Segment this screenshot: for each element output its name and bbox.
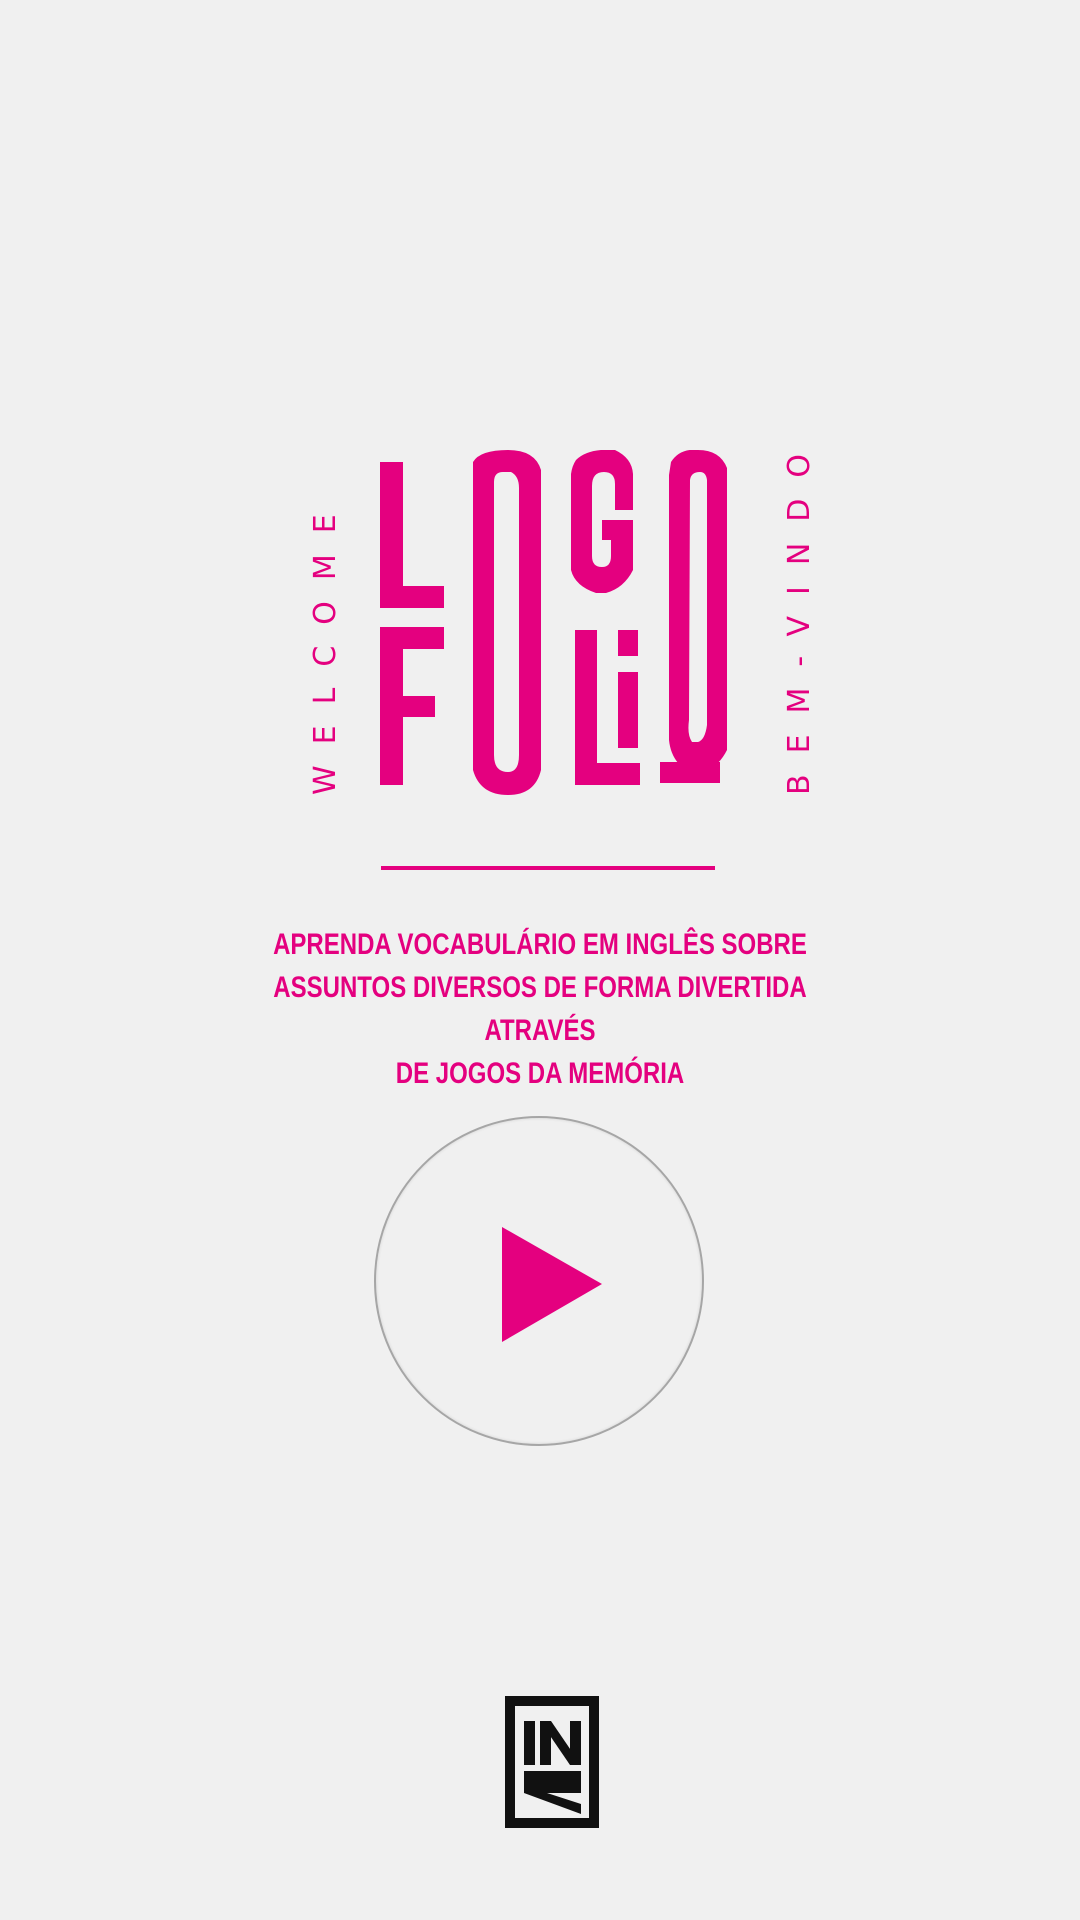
tagline-line-3: DE JOGOS DA MEMÓRIA [395, 1057, 685, 1090]
welcome-label: WELCOME [308, 493, 343, 795]
bem-vindo-label: BEM-VINDO [782, 432, 817, 795]
tagline-line-1: APRENDA VOCABULÁRIO EM INGLÊS SOBRE [273, 928, 807, 961]
divider-line [381, 866, 715, 870]
app-logo: WELCOME BEM-VINDO [300, 433, 830, 800]
play-icon [502, 1227, 602, 1342]
tagline-line-2: ASSUNTOS DIVERSOS DE FORMA DIVERTIDA ATR… [273, 971, 807, 1047]
ink-logo-icon [505, 1696, 599, 1828]
tagline: APRENDA VOCABULÁRIO EM INGLÊS SOBRE ASSU… [220, 923, 860, 1095]
play-button[interactable] [374, 1116, 704, 1446]
logo-folio-wordmark [380, 450, 727, 795]
